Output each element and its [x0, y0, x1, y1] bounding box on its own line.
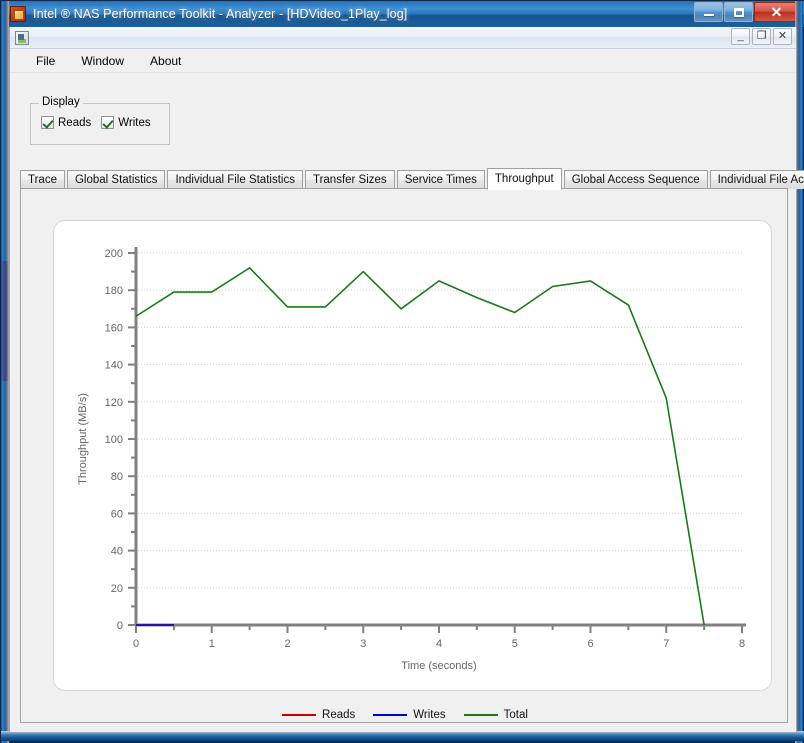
- svg-text:4: 4: [436, 638, 442, 650]
- svg-text:200: 200: [105, 248, 123, 260]
- svg-text:40: 40: [111, 546, 123, 558]
- chart-legend: Reads Writes Total: [21, 709, 789, 721]
- legend-label-total: Total: [503, 709, 528, 721]
- svg-text:7: 7: [663, 638, 669, 650]
- mdi-close-button[interactable]: ✕: [773, 28, 792, 45]
- checkbox-reads-label: Reads: [58, 116, 92, 129]
- tab-global-access-sequence[interactable]: Global Access Sequence: [563, 170, 708, 189]
- checkbox-reads-box[interactable]: [41, 116, 54, 129]
- client-area: _ ❐ ✕ File Window About Display Reads Wr…: [9, 27, 804, 733]
- tab-global-statistics[interactable]: Global Statistics: [66, 170, 166, 189]
- svg-text:5: 5: [512, 638, 518, 650]
- display-checkbox-row: Reads Writes: [41, 116, 151, 129]
- svg-text:8: 8: [739, 638, 745, 650]
- chart-panel: 0 20 40 60 80 100 120 140 160 180 200 0 1 2 3 4 5 6 7 8 Time…: [53, 220, 772, 691]
- tab-throughput[interactable]: Throughput: [486, 168, 562, 190]
- svg-text:60: 60: [111, 508, 123, 520]
- menu-item-window[interactable]: Window: [69, 51, 136, 71]
- checkbox-reads[interactable]: Reads: [41, 116, 91, 129]
- svg-text:120: 120: [105, 397, 123, 409]
- maximize-icon: [733, 7, 744, 17]
- title-bar: Intel ® NAS Performance Toolkit - Analyz…: [1, 1, 804, 27]
- svg-text:80: 80: [111, 471, 123, 483]
- window-frame-left: [1, 1, 9, 743]
- legend-swatch-writes: [373, 714, 408, 716]
- svg-text:20: 20: [111, 583, 123, 595]
- minimize-button[interactable]: [694, 2, 723, 22]
- svg-text:2: 2: [284, 638, 290, 650]
- legend-swatch-total: [463, 714, 498, 716]
- checkbox-writes-box[interactable]: [101, 116, 115, 129]
- checkbox-writes-label: Writes: [118, 116, 151, 129]
- close-button[interactable]: ✕: [754, 2, 799, 22]
- tab-strip: Trace Global Statistics Individual File …: [20, 168, 804, 190]
- throughput-chart: 0 20 40 60 80 100 120 140 160 180 200 0 1 2 3 4 5 6 7 8 Time…: [77, 247, 746, 672]
- svg-text:100: 100: [105, 434, 123, 446]
- tab-transfer-sizes[interactable]: Transfer Sizes: [304, 170, 395, 189]
- menu-bar: File Window About: [10, 49, 796, 73]
- document-icon: [15, 30, 29, 45]
- checkbox-writes[interactable]: Writes: [101, 116, 151, 129]
- svg-text:0: 0: [133, 638, 139, 650]
- svg-text:160: 160: [105, 322, 123, 334]
- app-icon: [10, 6, 26, 22]
- window-title: Intel ® NAS Performance Toolkit - Analyz…: [33, 7, 408, 21]
- svg-text:6: 6: [587, 638, 593, 650]
- window-controls: ✕: [694, 2, 799, 22]
- svg-text:180: 180: [105, 285, 123, 297]
- svg-text:0: 0: [117, 620, 123, 632]
- legend-entry-writes: Writes: [373, 709, 446, 721]
- mdi-child-titlebar: _ ❐ ✕: [10, 27, 796, 49]
- legend-swatch-reads: [282, 714, 317, 716]
- svg-text:Throughput (MB/s): Throughput (MB/s): [77, 393, 89, 485]
- svg-text:140: 140: [105, 360, 123, 372]
- mdi-restore-button[interactable]: ❐: [752, 28, 771, 45]
- display-groupbox-label: Display: [39, 96, 83, 108]
- maximize-button[interactable]: [724, 2, 753, 22]
- display-groupbox: Display Reads Writes: [30, 96, 170, 145]
- legend-entry-reads: Reads: [282, 709, 355, 721]
- menu-item-about[interactable]: About: [138, 51, 193, 71]
- legend-label-writes: Writes: [413, 709, 446, 721]
- tab-individual-file-access-sequence[interactable]: Individual File Access Sequence: [709, 170, 804, 189]
- tab-trace[interactable]: Trace: [20, 170, 65, 189]
- minimize-icon: [703, 14, 714, 16]
- tab-page-throughput: 0 20 40 60 80 100 120 140 160 180 200 0 1 2 3 4 5 6 7 8 Time…: [20, 188, 788, 723]
- tab-service-times[interactable]: Service Times: [396, 170, 485, 189]
- menu-item-file[interactable]: File: [24, 51, 67, 71]
- mdi-minimize-button[interactable]: _: [731, 28, 750, 45]
- svg-text:Time (seconds): Time (seconds): [401, 660, 476, 672]
- legend-label-reads: Reads: [322, 709, 356, 721]
- application-window: Intel ® NAS Performance Toolkit - Analyz…: [0, 0, 804, 743]
- legend-entry-total: Total: [463, 709, 528, 721]
- svg-text:1: 1: [209, 638, 215, 650]
- tab-page-bottom-strip: [10, 724, 796, 732]
- mdi-window-controls: _ ❐ ✕: [731, 28, 792, 45]
- tab-individual-file-statistics[interactable]: Individual File Statistics: [167, 170, 303, 189]
- svg-text:3: 3: [360, 638, 366, 650]
